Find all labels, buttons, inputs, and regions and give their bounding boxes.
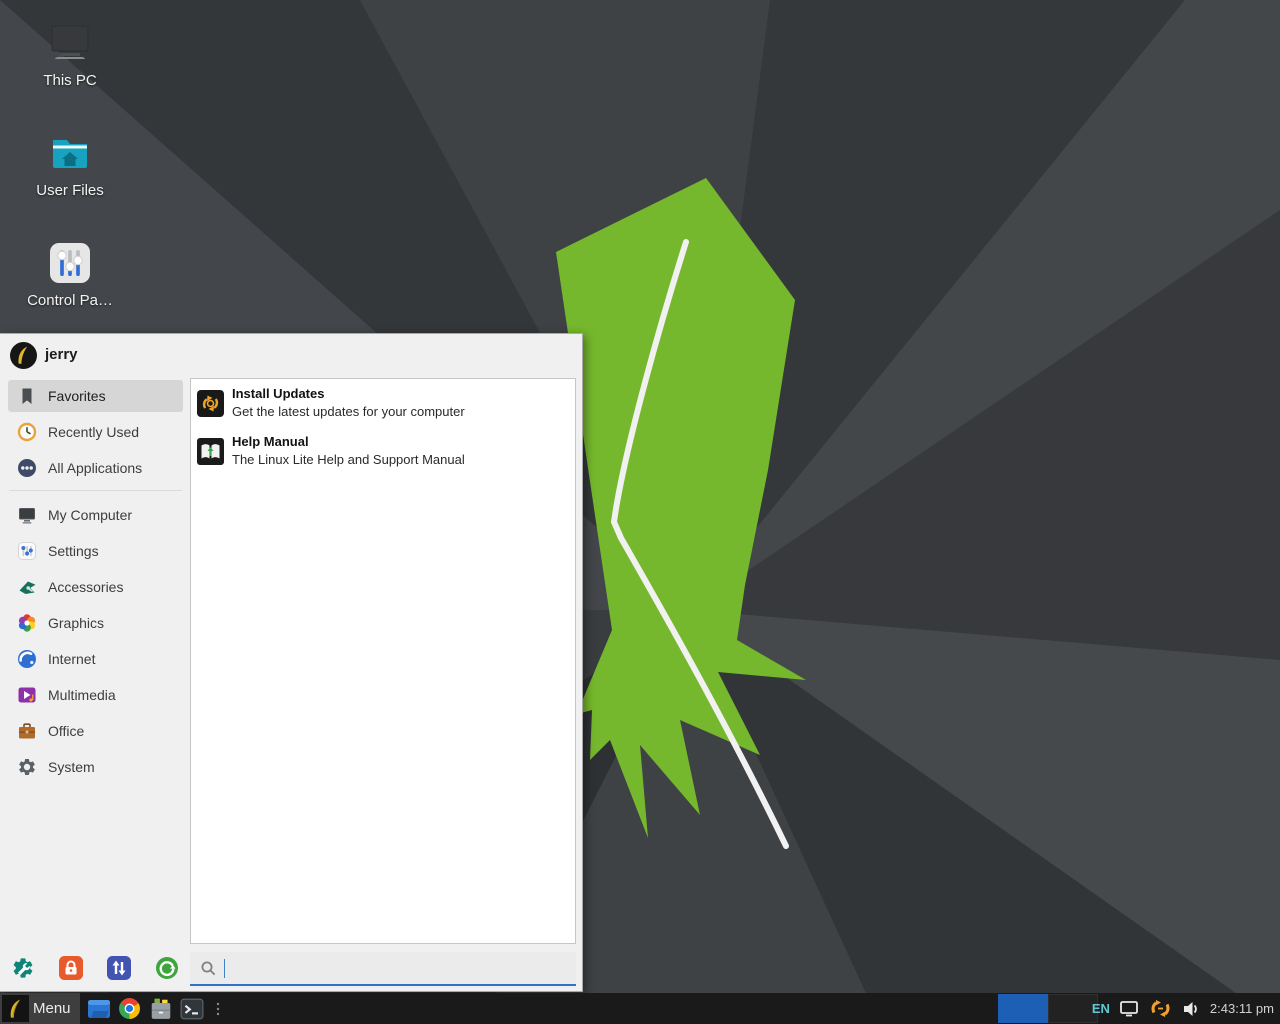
category-internet[interactable]: Internet	[8, 643, 183, 675]
user-avatar[interactable]	[10, 342, 37, 369]
clock[interactable]: 2:43:11 pm	[1210, 1001, 1274, 1016]
up-down-arrows-icon	[107, 967, 131, 984]
category-multimedia[interactable]: Multimedia	[8, 679, 183, 711]
chrome-launcher[interactable]	[118, 997, 142, 1021]
gear-wrench-icon	[11, 967, 35, 984]
app-subtitle: Get the latest updates for your computer	[232, 403, 465, 421]
lock-screen-button[interactable]	[57, 954, 85, 982]
office-briefcase-icon	[17, 721, 37, 741]
desktop-icon-label: Control Pa…	[12, 292, 128, 309]
app-title: Install Updates	[232, 385, 465, 403]
file-manager-launcher[interactable]	[87, 997, 111, 1021]
file-manager-icon	[87, 1008, 111, 1024]
category-settings[interactable]: Settings	[8, 535, 183, 567]
desktop-icon-label: User Files	[12, 182, 128, 199]
install-updates-icon	[197, 390, 224, 417]
chrome-icon	[118, 1007, 141, 1024]
all-apps-icon	[17, 458, 37, 478]
category-label: Accessories	[48, 579, 123, 595]
computer-icon	[17, 505, 37, 525]
sidebar-item-label: All Applications	[48, 460, 142, 476]
clock-icon	[17, 422, 37, 442]
category-office[interactable]: Office	[8, 715, 183, 747]
menu-header: jerry	[0, 334, 582, 378]
shutdown-button[interactable]	[153, 954, 181, 982]
search-input[interactable]	[225, 951, 576, 985]
menu-action-row	[9, 954, 181, 982]
switch-user-button[interactable]	[105, 954, 133, 982]
system-gear-icon	[17, 757, 37, 777]
desktop-icon-label: This PC	[12, 72, 128, 89]
taskbar: Menu EN	[0, 993, 1280, 1024]
volume-icon[interactable]	[1181, 999, 1201, 1019]
display-icon[interactable]	[1119, 999, 1140, 1018]
multimedia-icon	[17, 685, 37, 705]
lock-icon	[59, 967, 83, 984]
power-restart-icon	[155, 967, 179, 984]
home-folder-icon	[47, 130, 93, 176]
app-list: Install Updates Get the latest updates f…	[190, 378, 576, 944]
sidebar-item-all-applications[interactable]: All Applications	[8, 452, 183, 484]
archive-launcher[interactable]	[149, 997, 173, 1021]
monitor-desktop-icon	[47, 20, 93, 66]
category-my-computer[interactable]: My Computer	[8, 499, 183, 531]
search-icon	[200, 960, 217, 977]
graphics-icon	[17, 613, 37, 633]
app-subtitle: The Linux Lite Help and Support Manual	[232, 451, 465, 469]
sidebar-separator	[9, 490, 182, 491]
category-label: System	[48, 759, 95, 775]
search-bar[interactable]	[190, 952, 576, 986]
terminal-icon	[180, 1008, 204, 1024]
desktop-icon-0[interactable]: This PC	[12, 20, 128, 89]
desktop: This PC User Files Control Pa… jerry Fav…	[0, 0, 1280, 1024]
sidebar-item-label: Recently Used	[48, 424, 139, 440]
workspace-1[interactable]	[998, 994, 1048, 1023]
category-label: Multimedia	[48, 687, 116, 703]
category-graphics[interactable]: Graphics	[8, 607, 183, 639]
settings-sliders-icon	[17, 541, 37, 561]
internet-globe-icon	[17, 649, 37, 669]
workspace-switcher[interactable]	[998, 994, 1098, 1023]
updates-tray-icon[interactable]	[1149, 997, 1172, 1020]
user-name: jerry	[45, 346, 78, 363]
desktop-icon-1[interactable]: User Files	[12, 130, 128, 199]
terminal-launcher[interactable]	[180, 997, 204, 1021]
app-title: Help Manual	[232, 433, 465, 451]
category-label: Settings	[48, 543, 99, 559]
linux-lite-feather-icon	[2, 995, 29, 1022]
system-tray: EN 2:43:11 pm	[1092, 993, 1274, 1024]
category-label: Internet	[48, 651, 95, 667]
category-label: Office	[48, 723, 84, 739]
keyboard-layout-indicator[interactable]: EN	[1092, 1001, 1110, 1016]
desktop-icon-2[interactable]: Control Pa…	[12, 240, 128, 309]
settings-manager-button[interactable]	[9, 954, 37, 982]
sidebar-item-recently-used[interactable]: Recently Used	[8, 416, 183, 448]
workspace-2[interactable]	[1048, 994, 1098, 1023]
accessories-icon	[17, 577, 37, 597]
bookmark-icon	[17, 386, 37, 406]
category-accessories[interactable]: Accessories	[8, 571, 183, 603]
application-menu: jerry Favorites Recently Used All Applic…	[0, 333, 583, 992]
category-label: My Computer	[48, 507, 132, 523]
menu-button[interactable]: Menu	[0, 993, 80, 1024]
category-system[interactable]: System	[8, 751, 183, 783]
menu-sidebar: Favorites Recently Used All Applications…	[8, 380, 183, 787]
app-install-updates[interactable]: Install Updates Get the latest updates f…	[191, 379, 575, 427]
menu-button-label: Menu	[33, 1000, 71, 1017]
file-cabinet-icon	[149, 1008, 173, 1024]
help-manual-icon	[197, 438, 224, 465]
control-panel-icon	[47, 240, 93, 286]
sidebar-item-label: Favorites	[48, 388, 106, 404]
taskbar-launchers	[80, 997, 204, 1021]
panel-handle-icon[interactable]	[213, 997, 223, 1021]
app-help-manual[interactable]: Help Manual The Linux Lite Help and Supp…	[191, 427, 575, 475]
sidebar-item-favorites[interactable]: Favorites	[8, 380, 183, 412]
category-label: Graphics	[48, 615, 104, 631]
